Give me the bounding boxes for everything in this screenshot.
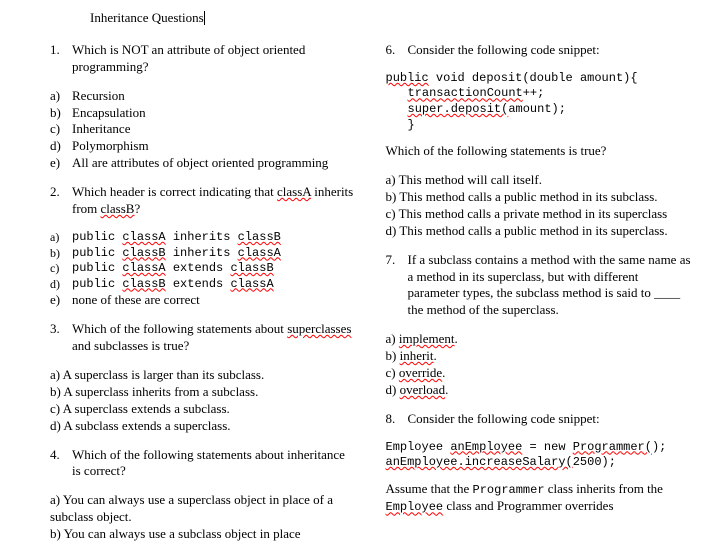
two-column-layout: 1. Which is NOT an attribute of object o… [50,42,691,543]
question-8: 8. Consider the following code snippet: [386,411,692,428]
follow-text: Assume that the Programmer class inherit… [386,481,692,516]
option: b) This method calls a public method in … [386,189,692,206]
option: c)Inheritance [50,121,356,138]
option: e)All are attributes of object oriented … [50,155,356,172]
q-text: Which is NOT an attribute of object orie… [72,42,356,76]
option: b)Encapsulation [50,105,356,122]
option: a)public classA inherits classB [50,230,356,246]
option: b) inherit. [386,348,692,365]
q-number: 6. [386,42,408,59]
option: a) You can always use a superclass objec… [50,492,356,526]
right-column: 6. Consider the following code snippet: … [386,42,692,543]
option: d) A subclass extends a superclass. [50,418,356,435]
spelling-squiggle: superclasses [287,321,351,336]
option: a) This method will call itself. [386,172,692,189]
q-text: Which of the following statements about … [72,321,356,355]
option: a) A superclass is larger than its subcl… [50,367,356,384]
q1-options: a)Recursion b)Encapsulation c)Inheritanc… [50,88,356,172]
q2-options: a)public classA inherits classB b)public… [50,230,356,309]
page-title: Inheritance Questions [90,10,691,27]
question-3: 3. Which of the following statements abo… [50,321,356,355]
q-text: If a subclass contains a method with the… [408,252,692,320]
option: a)Recursion [50,88,356,105]
q7-options: a) implement. b) inherit. c) override. d… [386,331,692,399]
q-text: Which header is correct indicating that … [72,184,356,218]
question-1: 1. Which is NOT an attribute of object o… [50,42,356,76]
question-4: 4. Which of the following statements abo… [50,447,356,481]
question-2: 2. Which header is correct indicating th… [50,184,356,218]
code-snippet: public void deposit(double amount){ tran… [386,71,692,133]
question-7: 7. If a subclass contains a method with … [386,252,692,320]
option: d)public classB extends classA [50,277,356,293]
q-number: 2. [50,184,72,218]
option: b) You can always use a subclass object … [50,526,356,543]
q-text: Consider the following code snippet: [408,42,692,59]
q6-options: a) This method will call itself. b) This… [386,172,692,240]
option: b) A superclass inherits from a subclass… [50,384,356,401]
option: c) override. [386,365,692,382]
q-number: 7. [386,252,408,320]
q-number: 1. [50,42,72,76]
q-number: 3. [50,321,72,355]
text-cursor [204,11,205,25]
q-number: 4. [50,447,72,481]
follow-text: Which of the following statements is tru… [386,143,692,160]
q-text: Which of the following statements about … [72,447,356,481]
question-6: 6. Consider the following code snippet: [386,42,692,59]
option: d)Polymorphism [50,138,356,155]
q4-options: a) You can always use a superclass objec… [50,492,356,543]
option: e)none of these are correct [50,292,356,309]
option: c) A superclass extends a subclass. [50,401,356,418]
left-column: 1. Which is NOT an attribute of object o… [50,42,356,543]
option: d) This method calls a public method in … [386,223,692,240]
code-snippet: Employee anEmployee = new Programmer(); … [386,440,692,471]
option: c) This method calls a private method in… [386,206,692,223]
q-text: Consider the following code snippet: [408,411,692,428]
spelling-squiggle: classA [277,184,311,199]
q3-options: a) A superclass is larger than its subcl… [50,367,356,435]
option: d) overload. [386,382,692,399]
option: a) implement. [386,331,692,348]
q-number: 8. [386,411,408,428]
option: b)public classB inherits classA [50,246,356,262]
option: c)public classA extends classB [50,261,356,277]
spelling-squiggle: classB [101,201,135,216]
